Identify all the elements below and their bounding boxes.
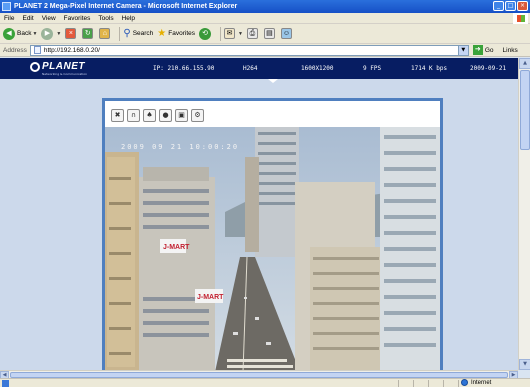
video-control-bar: ✖ ∩ ♠ ● ▣ ⚙	[111, 109, 204, 122]
stop-button[interactable]: ×	[65, 26, 78, 42]
windows-logo-icon	[513, 13, 528, 24]
scroll-up-icon[interactable]: ▲	[519, 58, 530, 69]
chevron-down-icon[interactable]: ▼	[56, 31, 61, 37]
menu-edit[interactable]: Edit	[18, 15, 37, 22]
home-icon: ⌂	[99, 28, 111, 39]
planet-logo: PLANET Networking & Communication	[30, 61, 87, 76]
stop-icon: ×	[65, 28, 77, 39]
search-label: Search	[132, 30, 154, 37]
address-url[interactable]: http://192.168.0.20/	[44, 47, 100, 54]
status-bar: Internet	[0, 378, 530, 387]
window-title: PLANET 2 Mega-Pixel Internet Camera - Mi…	[14, 3, 238, 10]
planet-logo-icon	[30, 61, 40, 72]
zone-label: Internet	[471, 379, 492, 386]
star-icon: ★	[157, 28, 167, 39]
ip-address: IP: 210.66.155.90	[153, 65, 215, 72]
vertical-scrollbar[interactable]: ▲ ▼	[518, 58, 530, 370]
address-label: Address	[3, 46, 27, 54]
edit-button[interactable]: ▤	[263, 26, 277, 42]
security-zone: Internet	[461, 379, 491, 386]
window-titlebar: PLANET 2 Mega-Pixel Internet Camera - Mi…	[0, 0, 530, 13]
horizontal-scrollbar[interactable]: ◀ ▶	[0, 370, 518, 379]
status-divider	[428, 380, 429, 387]
video-viewer: ✖ ∩ ♠ ● ▣ ⚙ J-MART J-MART 2009 09 21 10:…	[102, 98, 443, 370]
menu-bar: File Edit View Favorites Tools Help	[0, 13, 530, 24]
print-button[interactable]: ⎙	[246, 26, 260, 42]
page-icon	[33, 46, 41, 54]
go-button[interactable]: ➜ Go	[472, 45, 494, 55]
refresh-icon: ↻	[82, 28, 94, 39]
settings-button[interactable]: ⚙	[191, 109, 204, 122]
history-button[interactable]: ⟲	[199, 26, 213, 42]
scroll-down-icon[interactable]: ▼	[519, 359, 530, 370]
brand-name: PLANET	[42, 61, 85, 72]
frame-rate: 9 FPS	[363, 65, 382, 72]
forward-arrow-icon: ▶	[41, 27, 54, 40]
back-button[interactable]: ◀ Back ▼	[3, 26, 37, 42]
close-button[interactable]: ×	[517, 1, 528, 11]
menu-help[interactable]: Help	[118, 15, 139, 22]
address-input[interactable]: http://192.168.0.20/ ▼	[29, 44, 469, 56]
menu-favorites[interactable]: Favorites	[60, 15, 95, 22]
home-button[interactable]: ⌂	[99, 26, 112, 42]
chevron-down-icon[interactable]: ▼	[32, 31, 37, 37]
live-video-feed[interactable]: J-MART J-MART 2009 09 21 10:00:20	[105, 127, 440, 370]
globe-icon	[461, 379, 468, 386]
menu-file[interactable]: File	[0, 15, 18, 22]
mail-icon: ✉	[224, 28, 235, 39]
chevron-down-icon[interactable]: ▼	[457, 45, 468, 55]
refresh-button[interactable]: ↻	[82, 26, 95, 42]
address-bar: Address http://192.168.0.20/ ▼ ➜ Go Link…	[0, 44, 530, 57]
messenger-button[interactable]: ☺	[280, 26, 294, 42]
toolbar-divider	[119, 26, 121, 41]
search-button[interactable]: ⚲ Search	[123, 26, 153, 42]
jmart-sign-1: J-MART	[163, 244, 190, 251]
status-divider	[443, 380, 444, 387]
search-icon: ⚲	[123, 28, 131, 39]
record-button[interactable]: ●	[159, 109, 172, 122]
toolbar-divider	[220, 26, 221, 41]
chevron-down-icon[interactable]: ▼	[238, 31, 243, 37]
edit-icon: ▤	[263, 28, 275, 39]
vertical-scroll-thumb[interactable]	[520, 70, 530, 150]
snapshot-button[interactable]: ▣	[175, 109, 188, 122]
status-divider	[398, 380, 399, 387]
messenger-icon: ☺	[280, 28, 292, 39]
city-street-image: J-MART J-MART	[105, 127, 440, 370]
page-status-icon	[2, 379, 9, 387]
favorites-button[interactable]: ★ Favorites	[157, 26, 195, 42]
codec: H264	[243, 65, 258, 72]
jmart-sign-2: J-MART	[197, 294, 224, 301]
ie-app-icon	[2, 2, 11, 11]
forward-button[interactable]: ▶ ▼	[41, 26, 61, 42]
brand-tagline: Networking & Communication	[42, 72, 88, 76]
audio-listen-button[interactable]: ∩	[127, 109, 140, 122]
go-arrow-icon: ➜	[472, 45, 483, 55]
print-icon: ⎙	[246, 28, 258, 39]
browser-toolbar: ◀ Back ▼ ▶ ▼ × ↻ ⌂ ⚲ Search ★ Favorites …	[0, 24, 530, 44]
microphone-button[interactable]: ♠	[143, 109, 156, 122]
resolution: 1600X1200	[301, 65, 334, 72]
page-content: PLANET Networking & Communication IP: 21…	[0, 58, 518, 370]
status-divider	[458, 380, 459, 387]
video-timestamp-overlay: 2009 09 21 10:00:20	[121, 143, 240, 151]
mail-button[interactable]: ✉ ▼	[224, 26, 243, 42]
maximize-button[interactable]: □	[505, 1, 516, 11]
fullscreen-button[interactable]: ✖	[111, 109, 124, 122]
window-controls: _ □ ×	[493, 1, 528, 11]
menu-toggle-arrow[interactable]	[268, 79, 278, 83]
go-label: Go	[484, 46, 494, 54]
history-icon: ⟲	[199, 27, 211, 40]
status-divider	[413, 380, 414, 387]
bitrate: 1714 K bps	[411, 65, 448, 72]
date: 2009-09-21	[470, 65, 507, 72]
minimize-button[interactable]: _	[493, 1, 504, 11]
camera-header: PLANET Networking & Communication IP: 21…	[0, 58, 518, 79]
menu-view[interactable]: View	[38, 15, 60, 22]
favorites-label: Favorites	[168, 30, 195, 37]
links-button[interactable]: Links	[503, 47, 518, 54]
menu-tools[interactable]: Tools	[94, 15, 117, 22]
back-label: Back	[17, 30, 32, 37]
back-arrow-icon: ◀	[3, 27, 15, 40]
